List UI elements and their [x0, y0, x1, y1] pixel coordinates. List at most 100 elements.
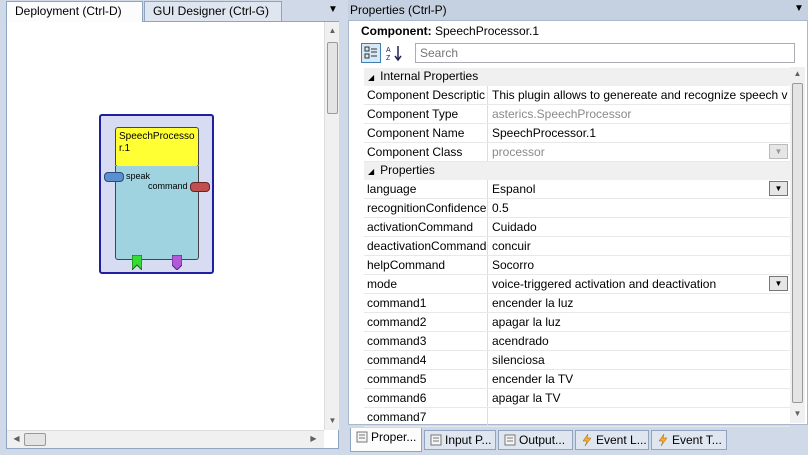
property-value-text: encender la luz	[492, 296, 574, 310]
properties-icon	[356, 431, 368, 443]
property-value[interactable]: encender la luz	[488, 294, 790, 312]
property-row[interactable]: command7	[364, 408, 790, 427]
category-label: Internal Properties	[380, 69, 479, 83]
property-name: helpCommand	[364, 256, 488, 274]
property-name: Component Class	[364, 143, 488, 161]
property-row[interactable]: recognitionConfidence 0.5	[364, 199, 790, 218]
property-row[interactable]: Component Type asterics.SpeechProcessor	[364, 105, 790, 124]
tab-event-triggers[interactable]: Event T...	[651, 430, 727, 450]
category-header[interactable]: ◢ Internal Properties	[364, 68, 790, 86]
tab-properties[interactable]: Proper...	[350, 428, 422, 452]
tab-deployment[interactable]: Deployment (Ctrl-D)	[6, 1, 143, 22]
alphabetical-view-button[interactable]: A Z	[384, 43, 406, 63]
property-value-text: voice-triggered activation and deactivat…	[492, 277, 717, 291]
property-value[interactable]: SpeechProcessor.1	[488, 124, 790, 142]
search-input[interactable]	[415, 43, 795, 63]
pin-icon[interactable]: ▼	[794, 3, 804, 14]
property-row[interactable]: command3 acendrado	[364, 332, 790, 351]
output-port-command[interactable]	[190, 182, 210, 192]
property-name: command3	[364, 332, 488, 350]
scroll-down-icon[interactable]: ▼	[325, 416, 340, 425]
categorized-view-button[interactable]	[361, 43, 381, 63]
property-value-text: Espanol	[492, 182, 536, 196]
collapse-icon[interactable]: ◢	[368, 167, 374, 176]
properties-panel: Component: SpeechProcessor.1 A Z ◢ Intern…	[348, 20, 808, 427]
property-name: deactivationCommand	[364, 237, 488, 255]
scroll-left-icon[interactable]: ◀	[9, 434, 24, 443]
category-header[interactable]: ◢ Properties	[364, 162, 790, 180]
scroll-up-icon[interactable]: ▲	[325, 26, 340, 35]
property-row[interactable]: deactivationCommand concuir	[364, 237, 790, 256]
tab-menu-arrow-icon[interactable]: ▼	[328, 4, 338, 15]
scroll-thumb[interactable]	[792, 83, 803, 403]
property-value[interactable]: encender la TV	[488, 370, 790, 388]
scroll-down-icon[interactable]: ▼	[790, 409, 805, 418]
property-value[interactable]: Socorro	[488, 256, 790, 274]
output-port-label: command	[148, 181, 188, 191]
property-value-text: SpeechProcessor.1	[492, 126, 597, 140]
canvas-vertical-scrollbar[interactable]: ▲ ▼	[324, 22, 339, 430]
property-value[interactable]: asterics.SpeechProcessor	[488, 105, 790, 123]
property-value[interactable]	[488, 408, 790, 426]
property-row[interactable]: mode voice-triggered activation and deact…	[364, 275, 790, 294]
svg-text:A: A	[386, 47, 391, 54]
property-value[interactable]: Espanol ▼	[488, 180, 790, 198]
property-value[interactable]: acendrado	[488, 332, 790, 350]
canvas-horizontal-scrollbar[interactable]: ◀ ▶	[7, 430, 324, 448]
tab-label: Event T...	[672, 433, 722, 447]
dropdown-arrow-icon[interactable]: ▼	[769, 276, 788, 291]
input-port-speak[interactable]	[104, 172, 124, 182]
deployment-canvas[interactable]: SpeechProcessor.1 speak command ▲ ▼ ◀ ▶	[6, 21, 339, 449]
property-row[interactable]: command6 apagar la TV	[364, 389, 790, 408]
sort-az-icon: A Z	[386, 46, 402, 62]
property-value-text: asterics.SpeechProcessor	[492, 107, 632, 121]
dropdown-arrow-icon[interactable]: ▼	[769, 181, 788, 196]
property-row[interactable]: language Espanol ▼	[364, 180, 790, 199]
property-row[interactable]: activationCommand Cuidado	[364, 218, 790, 237]
property-value[interactable]: concuir	[488, 237, 790, 255]
tab-input-ports[interactable]: Input P...	[424, 430, 496, 450]
property-value[interactable]: 0.5	[488, 199, 790, 217]
component-heading-name: SpeechProcessor.1	[435, 24, 540, 38]
property-value-text: Socorro	[492, 258, 535, 272]
property-name: activationCommand	[364, 218, 488, 236]
property-value[interactable]: apagar la luz	[488, 313, 790, 331]
tab-gui-designer[interactable]: GUI Designer (Ctrl-G)	[144, 1, 282, 21]
property-row[interactable]: Component Name SpeechProcessor.1	[364, 124, 790, 143]
scroll-thumb[interactable]	[327, 42, 338, 114]
property-value[interactable]: Cuidado	[488, 218, 790, 236]
collapse-icon[interactable]: ◢	[368, 73, 374, 82]
property-value[interactable]: silenciosa	[488, 351, 790, 369]
component-heading-label: Component:	[361, 24, 432, 38]
property-value[interactable]: apagar la TV	[488, 389, 790, 407]
property-value-text: apagar la luz	[492, 315, 561, 329]
property-value[interactable]: voice-triggered activation and deactivat…	[488, 275, 790, 293]
tab-output-ports[interactable]: Output...	[498, 430, 573, 450]
property-row[interactable]: Component Class processor ▼	[364, 143, 790, 162]
property-value-text: encender la TV	[492, 372, 574, 386]
properties-vertical-scrollbar[interactable]: ▲ ▼	[790, 67, 805, 423]
tab-event-listeners[interactable]: Event L...	[575, 430, 649, 450]
component-block[interactable]: SpeechProcessor.1 speak command	[99, 114, 214, 274]
property-value[interactable]: processor ▼	[488, 143, 790, 161]
property-row[interactable]: command2 apagar la luz	[364, 313, 790, 332]
property-name: command1	[364, 294, 488, 312]
property-row[interactable]: command5 encender la TV	[364, 370, 790, 389]
property-row[interactable]: helpCommand Socorro	[364, 256, 790, 275]
property-row[interactable]: command4 silenciosa	[364, 351, 790, 370]
property-value-text: acendrado	[492, 334, 549, 348]
property-name: mode	[364, 275, 488, 293]
property-value-text: This plugin allows to genereate and reco…	[492, 88, 788, 102]
event-trigger-port-icon[interactable]	[172, 255, 182, 270]
categorized-icon	[364, 46, 377, 59]
event-listener-port-icon[interactable]	[132, 255, 142, 270]
property-value[interactable]: This plugin allows to genereate and reco…	[488, 86, 790, 104]
property-name: Component Name	[364, 124, 488, 142]
property-name: Component Type	[364, 105, 488, 123]
property-row[interactable]: Component Descriptic This plugin allows t…	[364, 86, 790, 105]
scroll-thumb[interactable]	[24, 433, 46, 446]
property-row[interactable]: command1 encender la luz	[364, 294, 790, 313]
scroll-up-icon[interactable]: ▲	[790, 69, 805, 78]
svg-text:Z: Z	[386, 55, 391, 62]
scroll-right-icon[interactable]: ▶	[306, 434, 321, 443]
